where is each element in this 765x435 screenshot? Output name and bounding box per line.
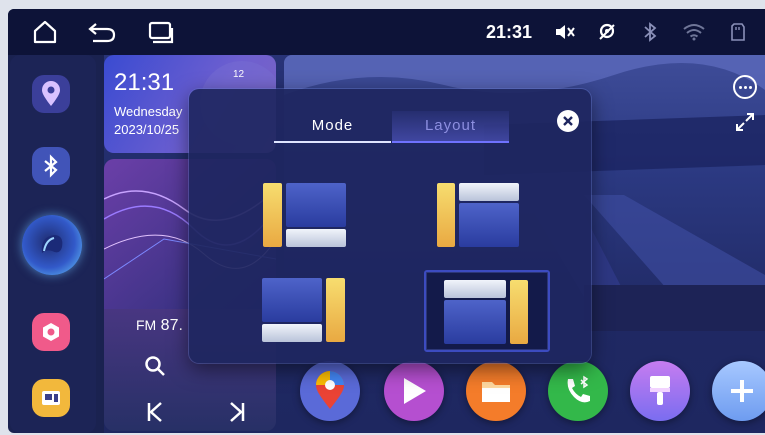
back-icon[interactable] [86,9,118,55]
layout-block [459,183,519,201]
status-time: 21:31 [486,22,533,42]
clock-time: 21:31 [114,69,175,96]
bluetooth-phone-icon[interactable] [548,361,608,421]
clock-date: 2023/10/25 [114,122,180,137]
layout-block [286,183,346,227]
search-icon[interactable] [144,355,168,379]
map-pin-icon[interactable] [32,75,70,113]
radio-display: FM 87. [136,317,183,335]
display-settings-dialog: Mode Layout [189,89,591,363]
dial-label: 12 [233,69,245,80]
close-icon[interactable] [557,110,579,132]
gps-icon [594,9,620,55]
expand-icon[interactable] [734,111,756,133]
wifi-icon [680,9,708,55]
home-icon[interactable] [30,9,60,55]
status-bar: 21:31 [8,9,765,55]
layout-option-2[interactable] [435,181,563,259]
layout-option-3[interactable] [260,276,388,354]
files-icon[interactable] [466,361,526,421]
layout-block [262,324,322,342]
tab-layout[interactable]: Layout [392,111,509,143]
head-unit-screen: 21:31 21:31 Wednesday 2023/10/25 12 FM 8… [8,9,765,433]
app-sidebar [10,55,96,433]
recent-apps-icon[interactable] [146,9,176,55]
more-options-icon[interactable] [733,75,757,99]
previous-icon[interactable] [146,401,166,425]
paint-icon[interactable] [630,361,690,421]
layout-block [510,280,528,344]
layout-block [444,300,506,344]
layout-block [286,229,346,247]
layout-option-4[interactable] [424,270,550,352]
bluetooth-app-icon[interactable] [32,147,70,185]
sd-card-icon [726,9,750,55]
next-icon[interactable] [228,401,248,425]
mute-icon [552,9,578,55]
layout-block [437,183,455,247]
layout-block [459,203,519,247]
radio-frequency: 87. [160,317,183,334]
tab-mode[interactable]: Mode [274,111,391,143]
google-maps-icon[interactable] [300,361,360,421]
layout-block [326,278,345,342]
settings-icon[interactable] [32,313,70,351]
add-icon[interactable] [712,361,765,421]
layout-block [262,278,322,322]
widgets-icon[interactable] [32,379,70,417]
layout-block [263,183,282,247]
layout-block [444,280,506,298]
voice-assistant-icon[interactable] [22,215,82,275]
play-store-icon[interactable] [384,361,444,421]
clock-day: Wednesday [114,104,183,119]
radio-band: FM [136,317,157,333]
layout-option-1[interactable] [260,181,388,259]
bluetooth-icon [638,9,662,55]
